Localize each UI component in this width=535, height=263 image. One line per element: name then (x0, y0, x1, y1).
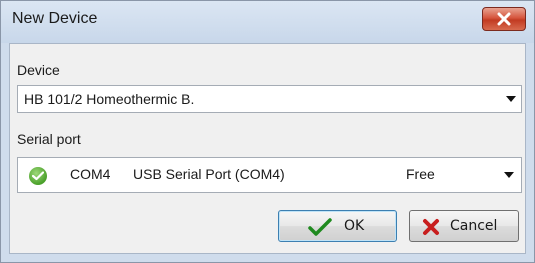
check-circle-icon (29, 167, 47, 185)
ok-button[interactable]: OK (278, 210, 397, 242)
x-icon (423, 219, 439, 235)
ok-button-label: OK (344, 218, 365, 234)
device-select[interactable]: HB 101/2 Homeothermic B. (17, 85, 522, 113)
dialog-body: Device HB 101/2 Homeothermic B. Serial p… (9, 43, 526, 254)
close-button[interactable] (482, 7, 526, 31)
cancel-button[interactable]: Cancel (409, 210, 519, 242)
device-label: Device (17, 62, 60, 78)
cancel-button-label: Cancel (450, 218, 498, 234)
serial-port-name: COM4 (70, 166, 111, 182)
checkmark-icon (308, 218, 332, 236)
chevron-down-icon[interactable] (506, 96, 516, 102)
new-device-dialog: New Device Device HB 101/2 Homeothermic … (0, 0, 535, 263)
close-icon (497, 12, 511, 26)
serial-port-status: Free (406, 166, 435, 182)
serial-port-description: USB Serial Port (COM4) (133, 166, 285, 182)
serial-port-label: Serial port (17, 131, 81, 147)
serial-port-select[interactable]: COM4 USB Serial Port (COM4) Free (17, 157, 522, 193)
chevron-down-icon[interactable] (504, 172, 514, 178)
device-select-value: HB 101/2 Homeothermic B. (24, 91, 195, 107)
title-bar[interactable]: New Device (1, 1, 534, 43)
window-title: New Device (12, 10, 98, 27)
